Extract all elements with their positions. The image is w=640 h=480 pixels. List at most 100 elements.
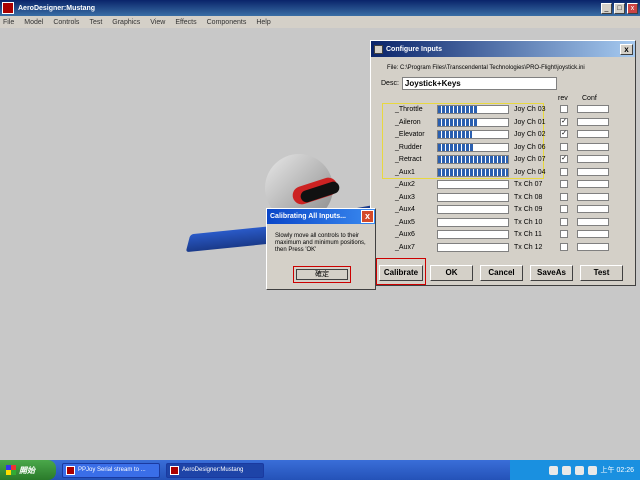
- close-button[interactable]: x: [627, 2, 638, 14]
- rev-checkbox[interactable]: ✓: [560, 117, 568, 126]
- network-icon[interactable]: [574, 465, 584, 475]
- input-label[interactable]: _Aux7: [395, 244, 415, 251]
- ppjoy-icon: [66, 465, 75, 475]
- conf-field[interactable]: [577, 142, 609, 151]
- task-label: AeroDesigner:Mustang: [182, 467, 244, 473]
- channel-label: Tx Ch 10: [514, 218, 543, 226]
- input-label[interactable]: _Elevator: [395, 131, 425, 138]
- rev-checkbox[interactable]: [560, 167, 568, 176]
- conf-field[interactable]: [577, 205, 609, 213]
- conf-field[interactable]: [577, 230, 609, 238]
- file-label: File:: [387, 65, 399, 71]
- level-bar: [437, 192, 509, 202]
- menu-file[interactable]: File: [3, 19, 14, 26]
- conf-field[interactable]: [577, 117, 609, 126]
- input-row-aux4: _Aux4 Tx Ch 09: [381, 204, 626, 217]
- input-row-aux1: _Aux1 Joy Ch 04: [381, 167, 626, 180]
- level-fill: [438, 143, 473, 151]
- calibrating-dialog: Calibrating All Inputs... x Slowly move …: [266, 208, 376, 290]
- rev-checkbox[interactable]: [560, 242, 568, 251]
- maximize-button[interactable]: □: [614, 2, 625, 14]
- configure-inputs-titlebar[interactable]: Configure Inputs x: [371, 41, 635, 57]
- menu-view[interactable]: View: [150, 19, 165, 26]
- menu-controls[interactable]: Controls: [53, 19, 79, 26]
- conf-field[interactable]: [577, 105, 609, 113]
- rev-checkbox[interactable]: [560, 180, 568, 188]
- taskbar: 開始 PPJoy Serial stream to ... AeroDesign…: [0, 460, 640, 480]
- menu-graphics[interactable]: Graphics: [112, 19, 140, 26]
- configure-close-button[interactable]: x: [620, 43, 633, 55]
- input-label[interactable]: _Rudder: [395, 144, 422, 151]
- menu-model[interactable]: Model: [24, 19, 43, 26]
- input-label[interactable]: _Throttle: [395, 106, 423, 113]
- test-button[interactable]: Test: [580, 265, 623, 281]
- conf-field[interactable]: [577, 217, 609, 226]
- conf-field[interactable]: [577, 130, 609, 138]
- start-button[interactable]: 開始: [0, 460, 56, 480]
- saveas-button[interactable]: SaveAs: [530, 265, 573, 281]
- conf-field[interactable]: [577, 180, 609, 188]
- input-label[interactable]: _Aux3: [395, 194, 415, 201]
- menu-bar: File Model Controls Test Graphics View E…: [0, 16, 640, 28]
- input-row-aux3: _Aux3 Tx Ch 08: [381, 192, 626, 205]
- level-fill: [438, 106, 477, 113]
- clock[interactable]: 上午 02:26: [601, 465, 634, 475]
- system-tray: 上午 02:26: [510, 460, 640, 480]
- rev-checkbox[interactable]: [560, 230, 568, 238]
- dialog-ok-button[interactable]: 確定: [296, 269, 348, 280]
- volume-icon[interactable]: [587, 465, 597, 475]
- rev-header: rev: [558, 95, 568, 102]
- level-bar: [437, 230, 509, 239]
- rev-checkbox[interactable]: ✓: [560, 130, 568, 138]
- input-row-elevator: _Elevator Joy Ch 02 ✓: [381, 129, 626, 142]
- channel-label: Tx Ch 08: [514, 193, 543, 201]
- desc-input[interactable]: Joystick+Keys: [401, 77, 557, 90]
- channel-label: Joy Ch 02: [514, 131, 546, 138]
- dialog-close-button[interactable]: x: [361, 210, 374, 223]
- tray-icon[interactable]: [548, 465, 558, 475]
- calibrating-titlebar[interactable]: Calibrating All Inputs... x: [267, 209, 375, 224]
- channel-label: Tx Ch 11: [514, 231, 542, 238]
- input-label[interactable]: _Aux2: [395, 181, 415, 188]
- level-bar: [437, 130, 509, 139]
- window-controls: _ □ x: [601, 2, 638, 14]
- help-icon[interactable]: [561, 465, 571, 475]
- rev-checkbox[interactable]: [560, 205, 568, 213]
- minimize-button[interactable]: _: [601, 2, 612, 14]
- conf-field[interactable]: [577, 155, 609, 163]
- menu-test[interactable]: Test: [89, 19, 102, 26]
- input-row-aux6: _Aux6 Tx Ch 11: [381, 229, 626, 242]
- rev-checkbox[interactable]: [560, 142, 568, 151]
- rev-checkbox[interactable]: [560, 192, 568, 201]
- rev-checkbox[interactable]: [560, 105, 568, 113]
- app-titlebar[interactable]: AeroDesigner:Mustang _ □ x: [0, 0, 640, 16]
- app-title: AeroDesigner:Mustang: [18, 4, 96, 12]
- channel-label: Tx Ch 12: [514, 243, 543, 251]
- task-aerodesigner[interactable]: AeroDesigner:Mustang: [166, 462, 264, 478]
- menu-effects[interactable]: Effects: [175, 19, 196, 26]
- input-row-aux2: _Aux2 Tx Ch 07: [381, 179, 626, 192]
- input-label[interactable]: _Aux1: [395, 169, 415, 176]
- rev-checkbox[interactable]: [560, 217, 568, 226]
- conf-field[interactable]: [577, 192, 609, 201]
- file-path: C:\Program Files\Transcendental Technolo…: [400, 65, 585, 71]
- ok-button[interactable]: OK: [430, 265, 473, 281]
- level-fill: [438, 131, 472, 138]
- menu-help[interactable]: Help: [256, 19, 270, 26]
- menu-components[interactable]: Components: [207, 19, 247, 26]
- input-label[interactable]: _Aileron: [395, 119, 421, 126]
- conf-field[interactable]: [577, 242, 609, 251]
- input-label[interactable]: _Aux4: [395, 206, 415, 213]
- level-bar: [437, 205, 509, 214]
- rev-checkbox[interactable]: ✓: [560, 155, 568, 163]
- channel-label: Tx Ch 09: [514, 206, 543, 213]
- cancel-button[interactable]: Cancel: [480, 265, 523, 281]
- task-ppjoy[interactable]: PPJoy Serial stream to ...: [62, 462, 160, 478]
- channel-label: Joy Ch 06: [514, 143, 546, 151]
- channel-label: Joy Ch 04: [514, 168, 546, 176]
- input-label[interactable]: _Aux6: [395, 231, 415, 238]
- start-label: 開始: [19, 465, 35, 475]
- conf-field[interactable]: [577, 167, 609, 176]
- input-label[interactable]: _Aux5: [395, 219, 415, 226]
- input-label[interactable]: _Retract: [395, 156, 421, 163]
